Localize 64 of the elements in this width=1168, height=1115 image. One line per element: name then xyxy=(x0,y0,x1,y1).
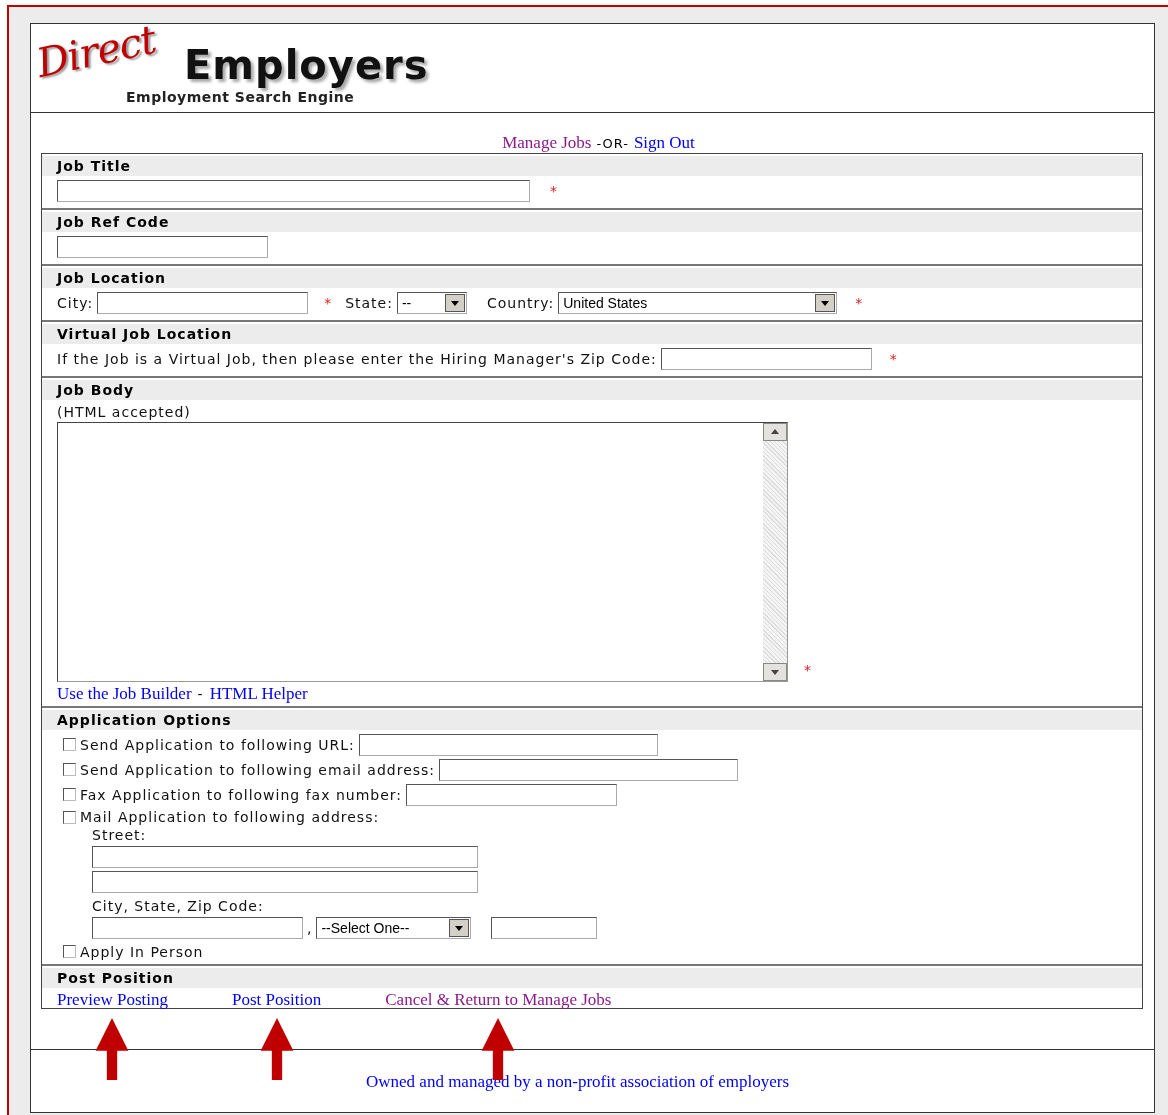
action-link[interactable]: Preview Posting xyxy=(57,990,168,1009)
option-label: Send Application to following email address: xyxy=(80,761,436,778)
checkbox[interactable] xyxy=(63,945,76,958)
required-mark: * xyxy=(324,295,332,311)
state-select[interactable]: -- xyxy=(396,292,467,314)
scroll-down-icon[interactable] xyxy=(763,663,787,681)
option-field[interactable] xyxy=(439,758,739,781)
job-body-field[interactable] xyxy=(57,422,788,682)
comma: , xyxy=(307,920,313,936)
country-label: Country: xyxy=(486,295,555,311)
section-heading: Virtual Job Location xyxy=(42,324,1142,344)
nav-link[interactable]: Manage Jobs xyxy=(502,133,592,153)
scrollbar[interactable] xyxy=(763,423,787,681)
logo-tagline: Employment Search Engine xyxy=(126,89,355,105)
ref-code-field[interactable] xyxy=(57,236,268,258)
section-heading: Job Location xyxy=(42,268,1142,288)
link-separator: -OR- xyxy=(596,135,629,151)
option-label: Fax Application to following fax number: xyxy=(80,786,402,803)
caret-icon xyxy=(444,294,465,312)
street-field[interactable] xyxy=(92,846,478,868)
state-label: State: xyxy=(345,295,393,311)
city-label: City: xyxy=(57,295,94,311)
logo-script: Direct xyxy=(32,16,160,86)
helper-link[interactable]: HTML Helper xyxy=(209,684,308,704)
zip-code-field[interactable] xyxy=(491,917,598,939)
helper-link[interactable]: Use the Job Builder xyxy=(57,684,192,704)
city-field[interactable] xyxy=(92,917,303,939)
street-field[interactable] xyxy=(92,871,478,893)
required-mark: * xyxy=(550,183,557,199)
action-link[interactable]: Cancel & Return to Manage Jobs xyxy=(385,990,612,1009)
logo-wordmark: Employers xyxy=(184,42,429,88)
html-note: (HTML accepted) xyxy=(57,404,192,420)
checkbox[interactable] xyxy=(63,738,76,751)
zip-code-field[interactable] xyxy=(660,348,872,370)
state-select[interactable]: --Select One-- xyxy=(316,917,472,939)
nav-link[interactable]: Sign Out xyxy=(633,133,695,153)
section-heading: Job Title xyxy=(42,156,1142,176)
required-mark: * xyxy=(804,662,811,678)
caret-icon xyxy=(815,294,836,312)
footer-link[interactable]: Owned and managed by a non-profit association of employers xyxy=(366,1072,789,1112)
required-mark: * xyxy=(855,295,863,311)
job-title-field[interactable] xyxy=(57,180,530,202)
option-label: Apply In Person xyxy=(80,943,204,960)
city-state-zip-label: City, State, Zip Code: xyxy=(92,898,265,914)
checkbox[interactable] xyxy=(63,788,76,801)
checkbox[interactable] xyxy=(63,763,76,776)
link-separator: - xyxy=(197,686,204,702)
street-label: Street: xyxy=(92,827,148,843)
option-label: Mail Application to following address: xyxy=(80,809,380,825)
action-link[interactable]: Post Position xyxy=(232,990,322,1009)
section-heading: Application Options xyxy=(42,710,1142,730)
required-mark: * xyxy=(889,351,897,367)
zip-code-prompt: If the Job is a Virtual Job, then please enter the Hiring Manager's Zip Code: xyxy=(57,351,657,367)
option-field[interactable] xyxy=(406,783,617,806)
section-heading: Job Body xyxy=(42,380,1142,400)
section-heading: Post Position xyxy=(42,968,1142,988)
scroll-up-icon[interactable] xyxy=(763,423,787,441)
option-label: Send Application to following URL: xyxy=(80,736,355,753)
country-select[interactable]: United States xyxy=(558,292,838,314)
option-field[interactable] xyxy=(358,733,658,756)
section-heading: Job Ref Code xyxy=(42,212,1142,232)
city-field[interactable] xyxy=(97,292,309,314)
checkbox[interactable] xyxy=(63,810,76,824)
caret-icon xyxy=(449,919,470,937)
